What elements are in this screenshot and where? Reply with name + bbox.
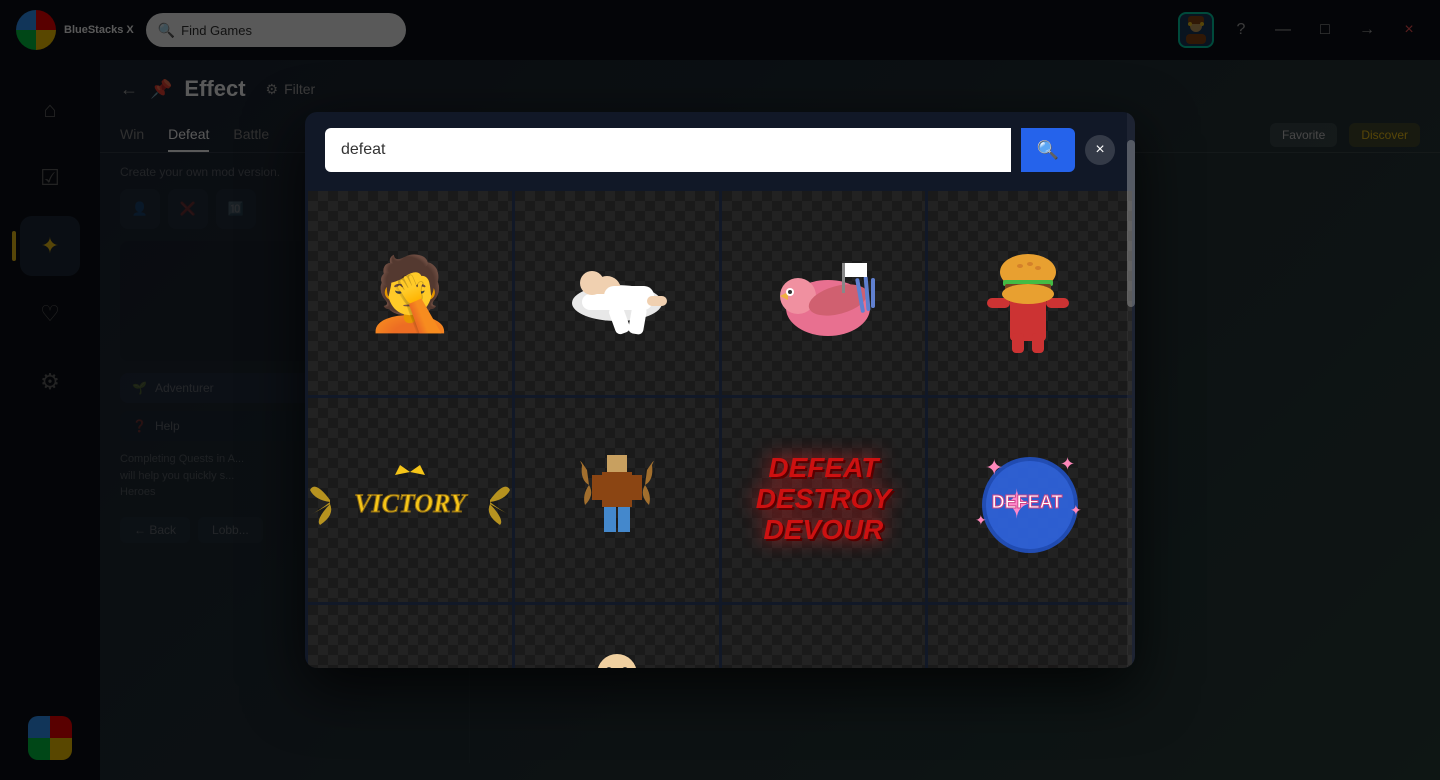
victory-text-image: VICTORY — [310, 460, 510, 540]
svg-text:VICTORY: VICTORY — [354, 489, 468, 518]
grid-cell-4[interactable] — [928, 191, 1132, 395]
mlem-emoji-image — [350, 656, 470, 668]
svg-text:DEFEAT: DEFEAT — [992, 492, 1063, 512]
modal-search-input[interactable] — [325, 128, 1011, 172]
defeat-destroy-devour-image: DEFEAT DESTROY DEVOUR — [756, 453, 891, 545]
svg-text:🤦: 🤦 — [365, 250, 455, 334]
pixel-character-image — [577, 450, 657, 550]
modal-results-grid: 🤦 — [305, 188, 1135, 668]
svg-text:✦: ✦ — [985, 455, 1003, 480]
grid-cell-10[interactable]: Q — [515, 605, 719, 669]
grid-cell-5[interactable]: VICTORY — [308, 398, 512, 602]
modal-search-wrapper: 🔍 — [325, 128, 1075, 172]
grid-cell-2[interactable] — [515, 191, 719, 395]
grid-cell-12[interactable]: EPIC ... — [928, 605, 1132, 669]
svg-text:✦: ✦ — [975, 512, 987, 528]
defeat-star-bubble-image: ✦ ✦ ✦ ✦ ✦ DEFEAT — [965, 440, 1095, 560]
grid-cell-8[interactable]: ✦ ✦ ✦ ✦ ✦ DEFEAT — [928, 398, 1132, 602]
modal-scrollbar-thumb — [1127, 140, 1135, 307]
grid-cell-11[interactable]: ✦ — [722, 605, 926, 669]
grid-cell-1[interactable]: 🤦 — [308, 191, 512, 395]
modal-header: 🔍 × — [305, 112, 1135, 188]
modal-scrollbar[interactable] — [1127, 112, 1135, 668]
modal-close-button[interactable]: × — [1085, 135, 1115, 165]
victory-persons-image: ✦ — [763, 656, 883, 668]
svg-text:✦: ✦ — [1070, 502, 1082, 518]
lying-figure-image — [552, 228, 682, 358]
search-modal: 🔍 × 🤦 — [305, 112, 1135, 668]
pink-bird-flag-image — [758, 228, 888, 358]
chin-person-image: Q — [567, 646, 667, 668]
modal-overlay: 🔍 × 🤦 — [0, 0, 1440, 780]
svg-text:✦: ✦ — [1060, 454, 1075, 474]
person-despair-image: 🤦 — [345, 228, 475, 358]
modal-search-button[interactable]: 🔍 — [1021, 128, 1075, 172]
epic-text-image: EPIC ... — [928, 605, 1132, 669]
search-icon: 🔍 — [1037, 140, 1059, 161]
burger-person-image — [965, 228, 1095, 358]
grid-cell-7[interactable]: DEFEAT DESTROY DEVOUR — [722, 398, 926, 602]
grid-cell-3[interactable] — [722, 191, 926, 395]
grid-cell-9[interactable] — [308, 605, 512, 669]
grid-cell-6[interactable] — [515, 398, 719, 602]
